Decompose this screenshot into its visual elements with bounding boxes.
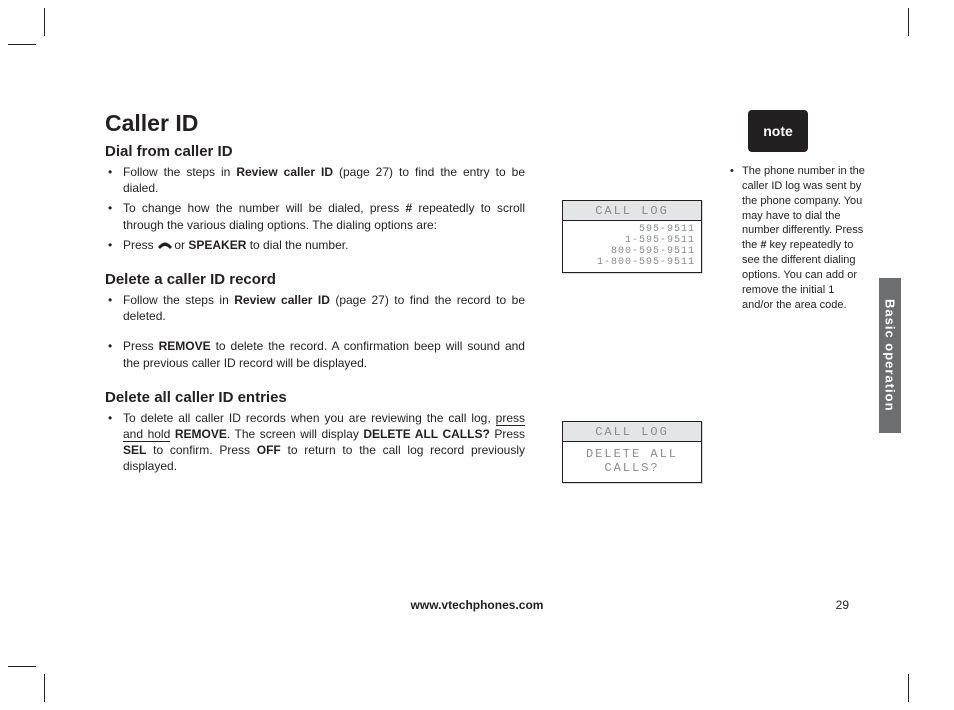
lcd-title: CALL LOG — [563, 201, 701, 221]
crop-mark — [908, 674, 909, 702]
text-bold: OFF — [257, 443, 281, 457]
list-delete-all: To delete all caller ID records when you… — [105, 410, 525, 475]
list-item: Follow the steps in Review caller ID (pa… — [105, 292, 525, 324]
section-tab: Basic operation — [879, 278, 901, 433]
list-item: To change how the number will be dialed,… — [105, 200, 525, 232]
text: Follow the steps in — [123, 293, 234, 307]
text-bold: Review caller ID — [234, 293, 330, 307]
text: Press — [123, 238, 157, 252]
text-bold: DELETE ALL CALLS? — [363, 427, 489, 441]
svg-text:TALK: TALK — [161, 243, 168, 247]
list-item: Follow the steps in Review caller ID (pa… — [105, 164, 525, 196]
note-item: The phone number in the caller ID log wa… — [728, 164, 868, 312]
text: To change how the number will be dialed,… — [123, 201, 405, 215]
text-bold: SPEAKER — [188, 238, 246, 252]
lcd-body: 595-9511 1-595-9511 800-595-9511 1-800-5… — [563, 221, 701, 272]
section-delete-one: Delete a caller ID record Follow the ste… — [105, 271, 525, 371]
text-bold: REMOVE — [175, 427, 227, 441]
talk-icon: TALK — [157, 242, 171, 250]
crop-mark — [44, 674, 45, 702]
text: . The screen will display — [227, 427, 364, 441]
text: To delete all caller ID records when you… — [123, 411, 496, 425]
text-bold: Review caller ID — [236, 165, 333, 179]
text: to dial the number. — [246, 238, 348, 252]
left-column: Caller ID Dial from caller ID Follow the… — [105, 110, 525, 474]
text: to confirm. Press — [146, 443, 256, 457]
text: Press — [490, 427, 525, 441]
heading-delete-one: Delete a caller ID record — [105, 271, 525, 288]
lcd-call-log-delete: CALL LOG DELETE ALL CALLS? — [562, 421, 702, 483]
crop-mark — [908, 8, 909, 36]
page-root: Caller ID Dial from caller ID Follow the… — [0, 0, 954, 710]
text: Press — [123, 339, 159, 353]
footer-url: www.vtechphones.com — [0, 598, 954, 612]
page-title: Caller ID — [105, 110, 525, 137]
text-bold: REMOVE — [159, 339, 211, 353]
list-item: To delete all caller ID records when you… — [105, 410, 525, 475]
page-number: 29 — [836, 598, 849, 612]
list-item: Press TALK or SPEAKER to dial the number… — [105, 237, 525, 253]
list-item: Press REMOVE to delete the record. A con… — [105, 338, 525, 370]
note-column: note The phone number in the caller ID l… — [728, 110, 868, 312]
lcd-title: CALL LOG — [563, 422, 701, 442]
crop-mark — [8, 666, 36, 667]
heading-delete-all: Delete all caller ID entries — [105, 389, 525, 406]
section-delete-all: Delete all caller ID entries To delete a… — [105, 389, 525, 475]
list-delete-one: Follow the steps in Review caller ID (pa… — [105, 292, 525, 371]
text: Follow the steps in — [123, 165, 236, 179]
list-dial: Follow the steps in Review caller ID (pa… — [105, 164, 525, 253]
section-tab-label: Basic operation — [883, 299, 898, 412]
lcd-body: DELETE ALL CALLS? — [563, 442, 701, 482]
note-list: The phone number in the caller ID log wa… — [728, 164, 868, 312]
heading-dial: Dial from caller ID — [105, 143, 525, 160]
note-badge: note — [748, 110, 808, 152]
crop-mark — [8, 44, 36, 45]
lcd-call-log-numbers: CALL LOG 595-9511 1-595-9511 800-595-951… — [562, 200, 702, 273]
text: or — [171, 238, 188, 252]
text-bold: SEL — [123, 443, 146, 457]
crop-mark — [44, 8, 45, 36]
section-dial: Dial from caller ID Follow the steps in … — [105, 143, 525, 253]
